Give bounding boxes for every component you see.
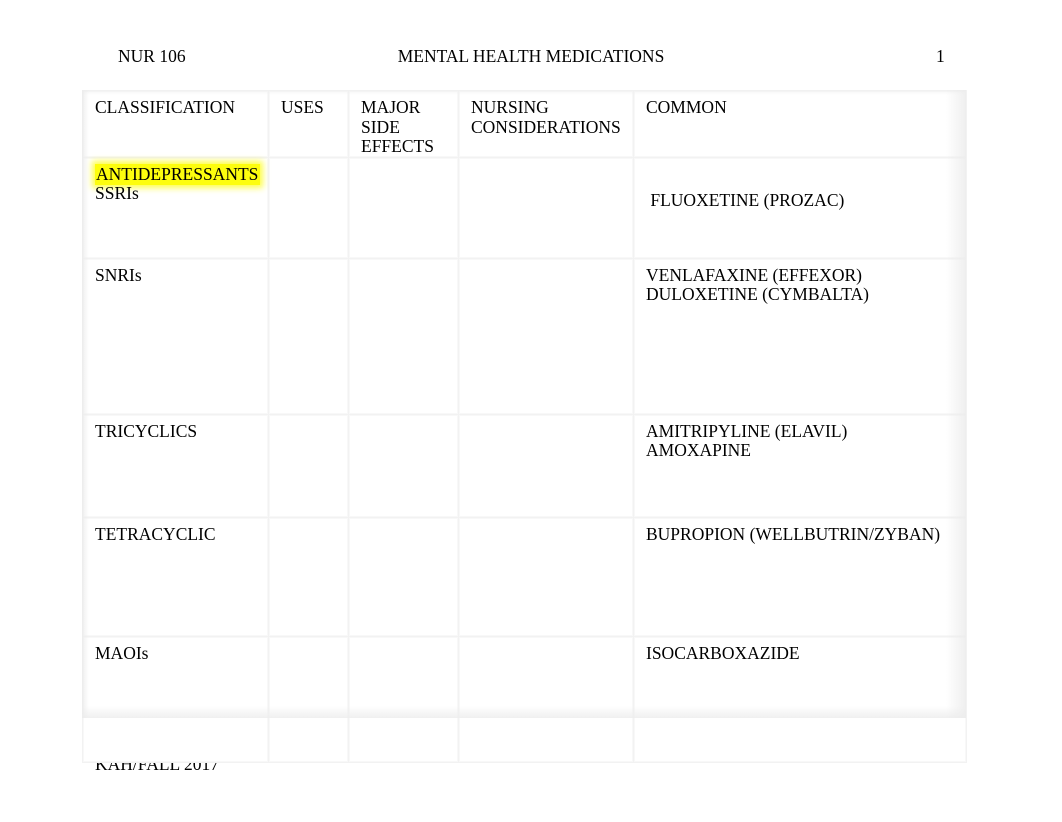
common-drug-bupropion: BUPROPION (WELLBUTRIN/ZYBAN) [646,523,941,544]
cell-side-effects-snri [348,257,459,415]
column-header-major-side-effects: MAJOR SIDE EFFECTS [348,90,459,158]
table-row: SNRIs VENLAFAXINE (EFFEXOR) DULOXETINE (… [82,257,967,415]
page-number: 1 [936,46,945,66]
column-header-classification: CLASSIFICATION [82,90,269,158]
column-header-side-effects-line1: MAJOR [361,97,421,117]
column-header-common-label: COMMON [646,97,727,117]
classification-group-antidepressants: ANTIDEPRESSANTS [95,163,268,185]
cell-classification-ssri: ANTIDEPRESSANTS SSRIs [82,156,269,259]
cell-side-effects-tetracyclic [348,516,459,637]
cell-common-tricyclics: AMITRIPYLINE (ELAVIL) AMOXAPINE [633,413,967,518]
column-header-common: COMMON [633,90,967,158]
cell-classification-tetracyclic: TETRACYCLIC [82,516,269,637]
table-row: ANTIDEPRESSANTS SSRIs FLUOXETINE (PROZAC… [82,156,967,259]
table-row: TRICYCLICS AMITRIPYLINE (ELAVIL) AMOXAPI… [82,413,967,518]
column-header-uses-label: USES [281,97,324,117]
cell-classification-maoi: MAOIs [82,635,269,763]
column-header-uses: USES [268,90,349,158]
cell-nursing-snri [458,257,634,415]
cell-uses-ssri [268,156,349,259]
column-header-nursing-line1: NURSING [471,97,549,117]
classification-label-ssri: SSRIs [95,183,139,203]
common-drug-venlafaxine: VENLAFAXINE (EFFEXOR) [646,264,862,285]
common-drug-duloxetine: DULOXETINE (CYMBALTA) [646,284,869,304]
cell-uses-tetracyclic [268,516,349,637]
cell-uses-tricyclics [268,413,349,518]
table-row: MAOIs ISOCARBOXAZIDE [82,635,967,763]
page-title: MENTAL HEALTH MEDICATIONS [397,46,665,66]
cell-side-effects-ssri [348,156,459,259]
cell-nursing-tricyclics [458,413,634,518]
common-drug-isocarboxazide: ISOCARBOXAZIDE [646,642,800,663]
classification-label-tetracyclic: TETRACYCLIC [95,523,216,544]
cell-classification-tricyclics: TRICYCLICS [82,413,269,518]
cell-side-effects-tricyclics [348,413,459,518]
medications-table-container: CLASSIFICATION USES MAJOR SIDE EFFECTS N… [82,90,967,763]
table-header-row: CLASSIFICATION USES MAJOR SIDE EFFECTS N… [82,90,967,158]
classification-label-snri: SNRIs [95,264,142,285]
medications-table: CLASSIFICATION USES MAJOR SIDE EFFECTS N… [82,90,967,763]
column-header-side-effects-line3: EFFECTS [361,136,434,156]
cell-nursing-tetracyclic [458,516,634,637]
cell-nursing-ssri [458,156,634,259]
column-header-side-effects-line2: SIDE [361,116,400,137]
common-drug-fluoxetine: FLUOXETINE (PROZAC) [646,189,845,210]
column-header-nursing-line2: CONSIDERATIONS [471,116,621,137]
cell-common-maoi: ISOCARBOXAZIDE [633,635,967,763]
page-header: NUR 106 MENTAL HEALTH MEDICATIONS 1 [0,44,1062,68]
cell-nursing-maoi [458,635,634,763]
classification-label-tricyclics: TRICYCLICS [95,420,198,441]
column-header-classification-label: CLASSIFICATION [95,97,236,117]
cell-common-ssri: FLUOXETINE (PROZAC) [633,156,967,259]
common-drug-amitripyline: AMITRIPYLINE (ELAVIL) [646,420,848,441]
classification-label-maoi: MAOIs [95,642,149,663]
cell-uses-snri [268,257,349,415]
cell-uses-maoi [268,635,349,763]
common-drug-amoxapine: AMOXAPINE [646,440,751,460]
cell-common-snri: VENLAFAXINE (EFFEXOR) DULOXETINE (CYMBAL… [633,257,967,415]
cell-common-tetracyclic: BUPROPION (WELLBUTRIN/ZYBAN) [633,516,967,637]
cell-side-effects-maoi [348,635,459,763]
column-header-nursing-considerations: NURSING CONSIDERATIONS [458,90,634,158]
table-row: TETRACYCLIC BUPROPION (WELLBUTRIN/ZYBAN) [82,516,967,637]
cell-common-ssri-spacer [646,165,966,191]
cell-classification-snri: SNRIs [82,257,269,415]
classification-group-antidepressants-label: ANTIDEPRESSANTS [95,163,261,185]
